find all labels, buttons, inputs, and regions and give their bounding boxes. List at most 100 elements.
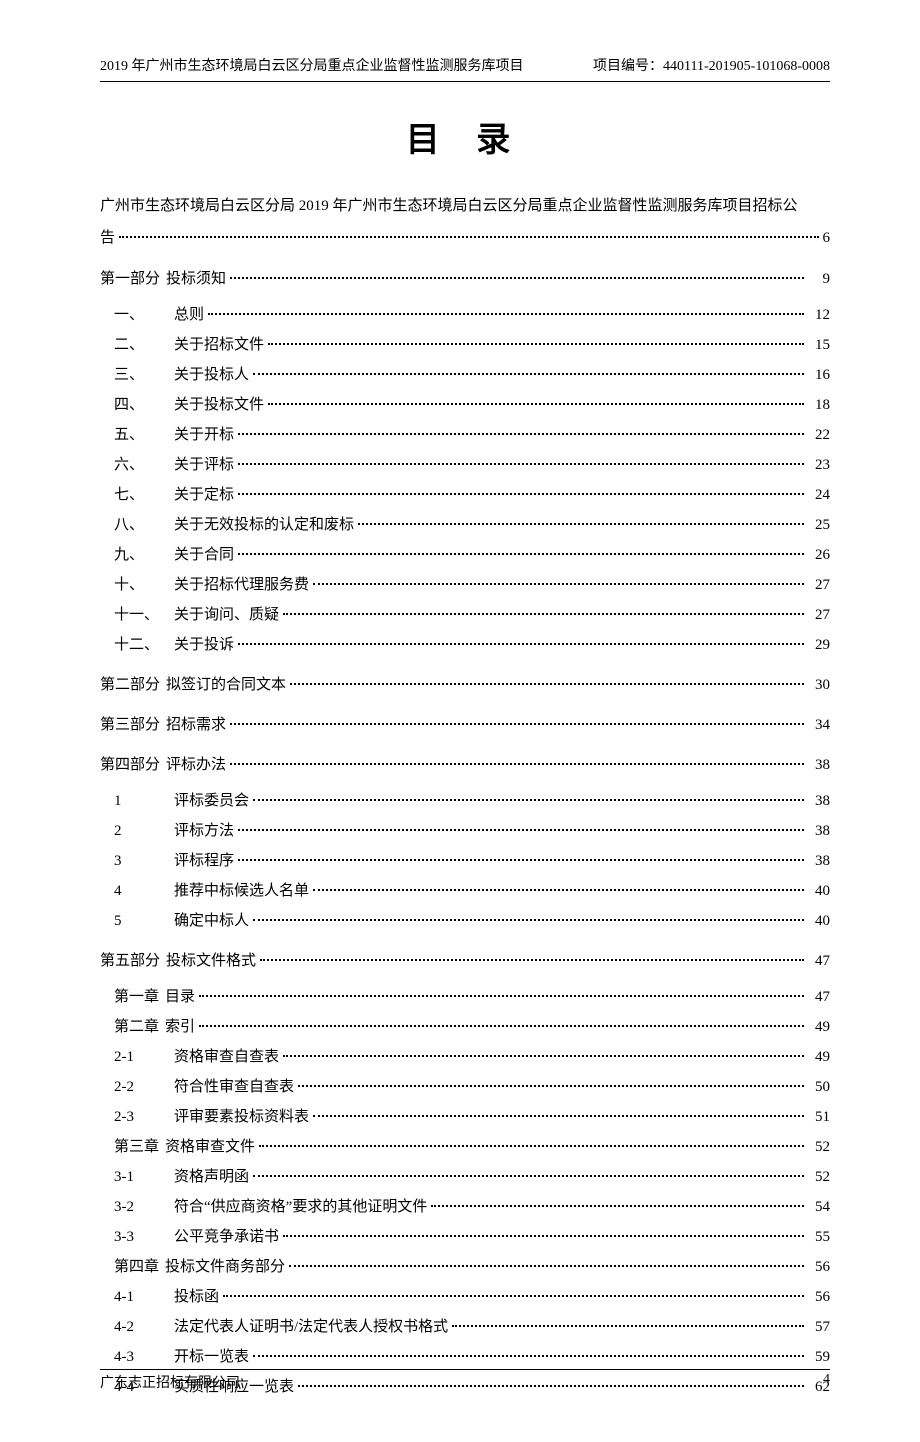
toc-item: 4-2法定代表人证明书/法定代表人授权书格式57	[100, 1312, 830, 1342]
dot-leader	[313, 1115, 804, 1117]
part-number: 第五部分	[100, 946, 160, 976]
toc-item: 4推荐中标候选人名单40	[100, 876, 830, 906]
item-page: 25	[808, 510, 830, 540]
dot-leader	[238, 553, 804, 555]
toc-title: 目 录	[100, 112, 830, 161]
dot-leader	[253, 799, 804, 801]
item-page: 40	[808, 876, 830, 906]
item-number: 4-1	[114, 1282, 174, 1312]
dot-leader	[238, 463, 804, 465]
item-number: 十二、	[114, 630, 174, 660]
toc-item: 第一章目录47	[100, 982, 830, 1012]
toc-part-header: 第三部分招标需求34	[100, 710, 830, 740]
part-label: 评标办法	[166, 750, 226, 780]
dot-leader	[199, 995, 804, 997]
dot-leader	[259, 1145, 804, 1147]
part-number: 第三部分	[100, 710, 160, 740]
item-label: 评标程序	[174, 846, 234, 876]
page-header: 2019 年广州市生态环境局白云区分局重点企业监督性监测服务库项目 项目编号：4…	[100, 55, 830, 75]
dot-leader	[119, 236, 818, 238]
item-page: 18	[808, 390, 830, 420]
item-label: 推荐中标候选人名单	[174, 876, 309, 906]
item-number: 2	[114, 816, 174, 846]
item-number: 八、	[114, 510, 174, 540]
dot-leader	[230, 277, 804, 279]
part-page: 30	[808, 670, 830, 700]
toc-item: 3评标程序38	[100, 846, 830, 876]
toc-part-header: 第一部分投标须知9	[100, 264, 830, 294]
item-page: 22	[808, 420, 830, 450]
item-label: 资格审查文件	[165, 1132, 255, 1162]
item-page: 27	[808, 600, 830, 630]
dot-leader	[260, 959, 804, 961]
footer-page-number: 4	[823, 1372, 830, 1392]
toc-item: 十一、关于询问、质疑27	[100, 600, 830, 630]
toc-item: 3-2符合“供应商资格”要求的其他证明文件54	[100, 1192, 830, 1222]
part-page: 38	[808, 750, 830, 780]
toc-item: 五、关于开标22	[100, 420, 830, 450]
item-page: 15	[808, 330, 830, 360]
dot-leader	[253, 1355, 804, 1357]
dot-leader	[238, 433, 804, 435]
item-label: 法定代表人证明书/法定代表人授权书格式	[174, 1312, 448, 1342]
toc-item: 一、总则12	[100, 300, 830, 330]
item-page: 38	[808, 816, 830, 846]
toc-part-header: 第四部分评标办法38	[100, 750, 830, 780]
toc-item: 七、关于定标24	[100, 480, 830, 510]
part-label: 拟签订的合同文本	[166, 670, 286, 700]
toc-part-header: 第五部分投标文件格式47	[100, 946, 830, 976]
item-page: 47	[808, 982, 830, 1012]
item-page: 56	[808, 1282, 830, 1312]
item-page: 59	[808, 1342, 830, 1372]
dot-leader	[238, 493, 804, 495]
item-page: 38	[808, 786, 830, 816]
toc-item: 二、关于招标文件15	[100, 330, 830, 360]
dot-leader	[283, 1235, 804, 1237]
item-page: 56	[808, 1252, 830, 1282]
dot-leader	[230, 763, 804, 765]
toc-item: 第二章索引49	[100, 1012, 830, 1042]
item-label: 关于评标	[174, 450, 234, 480]
dot-leader	[238, 859, 804, 861]
toc-announcement: 广州市生态环境局白云区分局 2019 年广州市生态环境局白云区分局重点企业监督性…	[100, 191, 830, 254]
toc-item: 1评标委员会38	[100, 786, 830, 816]
item-label: 关于招标代理服务费	[174, 570, 309, 600]
header-left: 2019 年广州市生态环境局白云区分局重点企业监督性监测服务库项目	[100, 55, 524, 75]
toc-item: 九、关于合同26	[100, 540, 830, 570]
item-number: 2-2	[114, 1072, 174, 1102]
item-label: 关于投标文件	[174, 390, 264, 420]
item-label: 公平竞争承诺书	[174, 1222, 279, 1252]
toc-item: 十二、关于投诉29	[100, 630, 830, 660]
dot-leader	[283, 613, 804, 615]
item-label: 评标委员会	[174, 786, 249, 816]
item-label: 关于开标	[174, 420, 234, 450]
item-page: 52	[808, 1132, 830, 1162]
item-number: 4-3	[114, 1342, 174, 1372]
announcement-line2-label: 告	[100, 223, 115, 255]
item-label: 关于投诉	[174, 630, 234, 660]
item-label: 关于询问、质疑	[174, 600, 279, 630]
dot-leader	[290, 683, 804, 685]
item-number: 一、	[114, 300, 174, 330]
dot-leader	[253, 919, 804, 921]
item-number: 七、	[114, 480, 174, 510]
item-number: 三、	[114, 360, 174, 390]
item-number: 四、	[114, 390, 174, 420]
item-number: 九、	[114, 540, 174, 570]
item-page: 26	[808, 540, 830, 570]
part-label: 投标须知	[166, 264, 226, 294]
dot-leader	[283, 1055, 804, 1057]
item-label: 资格审查自查表	[174, 1042, 279, 1072]
footer-rule	[100, 1369, 830, 1370]
dot-leader	[313, 889, 804, 891]
item-label: 投标函	[174, 1282, 219, 1312]
item-label: 符合“供应商资格”要求的其他证明文件	[174, 1192, 427, 1222]
item-number: 十、	[114, 570, 174, 600]
dot-leader	[253, 1175, 804, 1177]
item-label: 总则	[174, 300, 204, 330]
dot-leader	[268, 343, 804, 345]
item-label: 开标一览表	[174, 1342, 249, 1372]
page-footer: 广东志正招标有限公司 4	[100, 1372, 830, 1392]
toc-item: 2-1资格审查自查表49	[100, 1042, 830, 1072]
dot-leader	[268, 403, 804, 405]
